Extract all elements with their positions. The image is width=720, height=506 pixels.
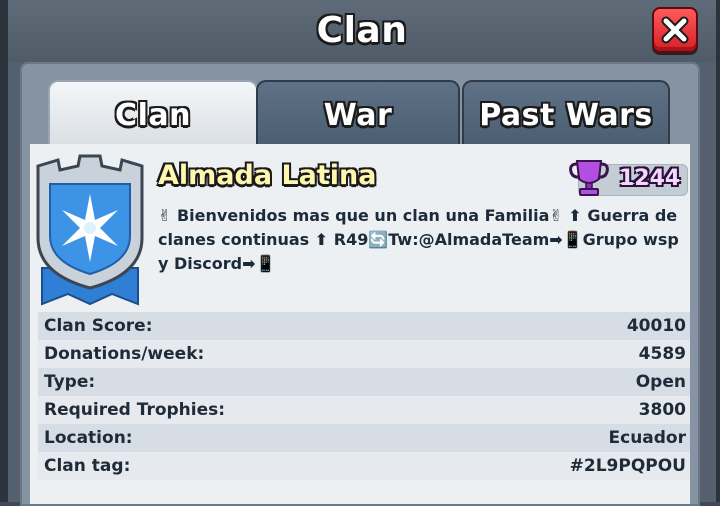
clan-info-content: Almada Latina 1244 ✌ Bienvenidos mas que… [30,144,690,504]
stat-label: Type: [44,372,96,392]
clan-badge-icon [36,154,144,306]
stat-label: Clan tag: [44,456,131,476]
clan-stats-table: Clan Score: 40010 Donations/week: 4589 T… [38,312,690,480]
close-button[interactable] [652,7,698,53]
stat-value: #2L9PQPOU [569,456,686,476]
stat-label: Required Trophies: [44,400,226,420]
stat-row-donations: Donations/week: 4589 [38,340,690,368]
window-title: Clan [316,10,408,51]
stat-label: Location: [44,428,133,448]
stat-value: Ecuador [608,428,687,448]
stat-value: Open [635,372,686,392]
stat-row-type: Type: Open [38,368,690,396]
tab-war[interactable]: War [256,80,460,148]
stat-value: 3800 [638,400,686,420]
tab-clan-label: Clan [115,97,191,133]
close-icon [661,16,689,44]
stat-label: Donations/week: [44,344,205,364]
clan-name: Almada Latina [158,160,377,191]
tab-clan[interactable]: Clan [48,80,258,148]
clan-window: Clan Clan War Past Wars Almada Latina 12… [6,0,718,506]
stat-row-required-trophies: Required Trophies: 3800 [38,396,690,424]
trophy-count: 1244 [619,166,681,191]
title-bar: Clan [8,0,716,62]
clan-trophies: 1244 [569,160,688,196]
stat-row-clan-score: Clan Score: 40010 [38,312,690,340]
tab-past-wars[interactable]: Past Wars [462,80,670,148]
stat-row-location: Location: Ecuador [38,424,690,452]
trophy-icon [569,160,609,196]
tab-past-wars-label: Past Wars [479,97,653,133]
clan-panel: Clan War Past Wars Almada Latina 1244 ✌ … [20,62,700,506]
stat-row-clan-tag: Clan tag: #2L9PQPOU [38,452,690,480]
tab-war-label: War [323,97,393,133]
clan-description: ✌ Bienvenidos mas que un clan una Famili… [158,206,679,273]
stat-label: Clan Score: [44,316,153,336]
stat-value: 40010 [626,316,686,336]
stat-value: 4589 [638,344,686,364]
